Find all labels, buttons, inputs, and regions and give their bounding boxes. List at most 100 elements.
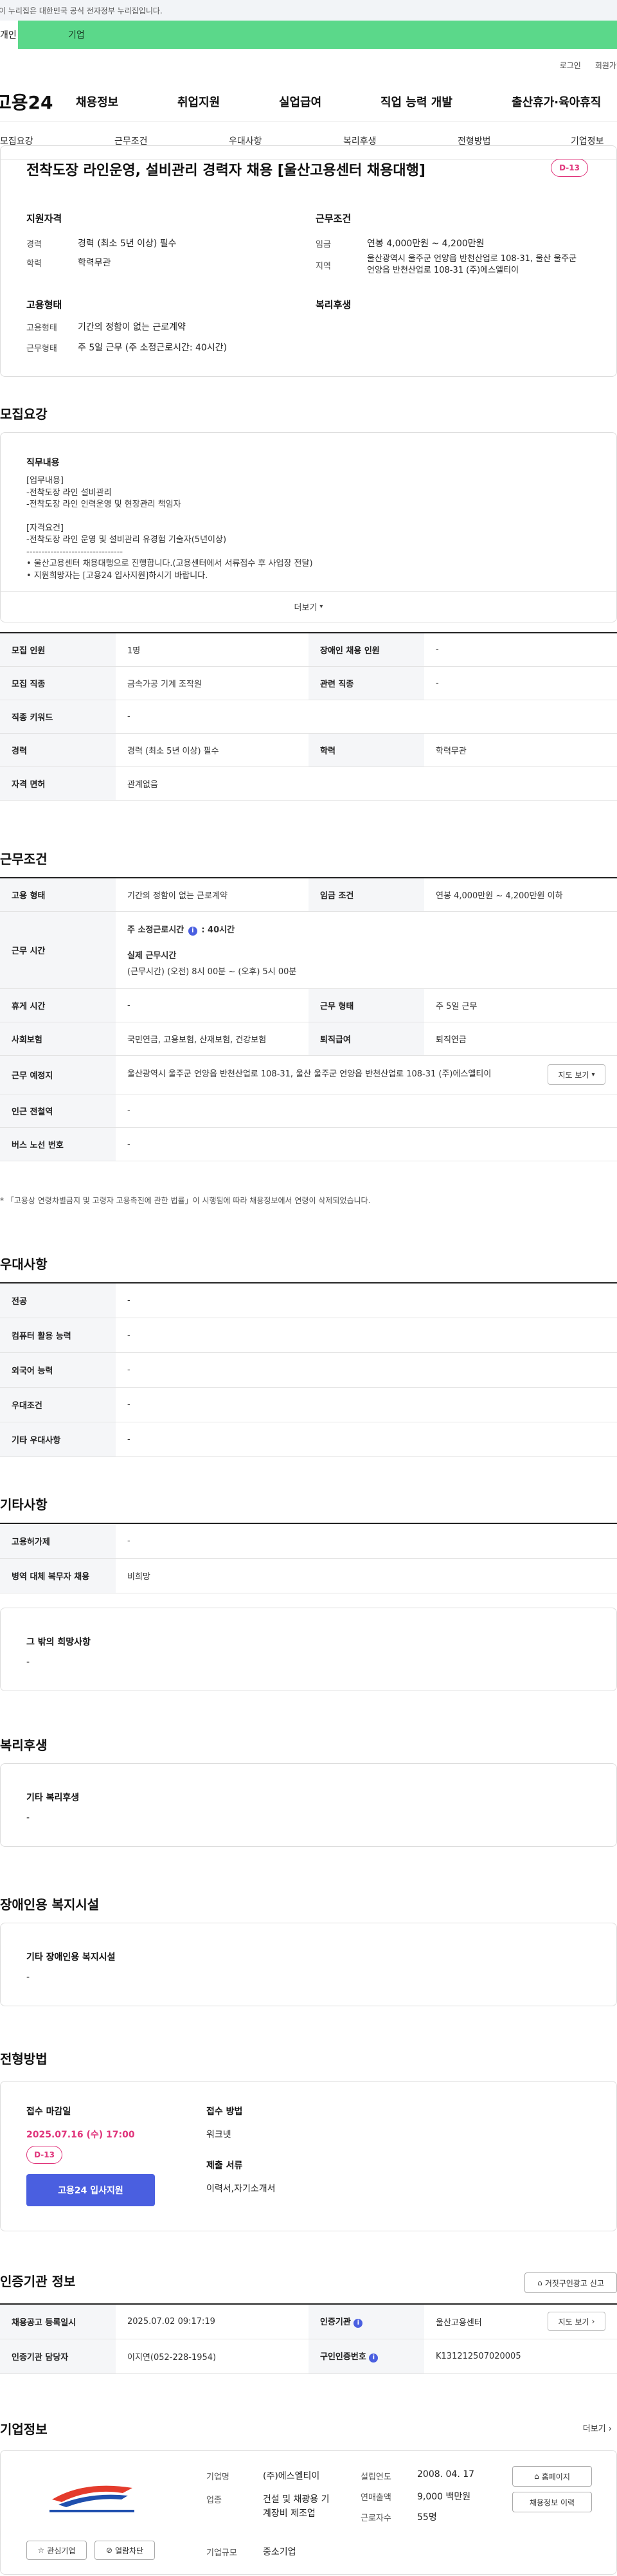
place-cell: 울산광역시 울주군 언양읍 반천산업로 108-31, 울산 울주군 언양읍 반… bbox=[116, 1055, 617, 1094]
license-header: 자격 면허 bbox=[0, 766, 116, 801]
manager-value: 이지연(052-228-1954) bbox=[116, 2339, 308, 2374]
interest-company-button[interactable]: ☆ 관심기업 bbox=[26, 2541, 87, 2560]
company-sales-label: 연매출액 bbox=[361, 2493, 391, 2503]
global-nav: 고용24 채용정보 취업지원 실업급여 직업 능력 개발 출산휴가·육아휴직 bbox=[0, 81, 617, 122]
other-section-title: 기타사항 bbox=[0, 1497, 48, 1512]
career-value: 경력 (최소 5년 이상) 필수 bbox=[78, 239, 177, 249]
edu-header: 학력 bbox=[308, 733, 424, 767]
table-row: 근무 시간 주 소정근로시간 i : 40시간 실제 근무시간 (근무시간) (… bbox=[0, 911, 617, 989]
time-weekly-label: 주 소정근로시간 bbox=[127, 925, 184, 935]
pc-header: 컴퓨터 활용 능력 bbox=[0, 1318, 116, 1353]
welfare-box: 기타 복리후생 - bbox=[0, 1763, 617, 1847]
ins-value: 국민연금, 고용보험, 산재보험, 건강보험 bbox=[116, 1022, 308, 1056]
emp-value: 기간의 정함이 없는 근로계약 bbox=[78, 322, 186, 332]
gnb-job-info[interactable]: 채용정보 bbox=[76, 93, 177, 110]
table-row: 직종 키워드 - bbox=[0, 700, 617, 734]
duty-line: [자격요건] bbox=[26, 523, 64, 533]
duty-line: -전착도장 라인 인력운영 및 현장관리 책임자 bbox=[26, 500, 181, 509]
table-row: 자격 면허 관계없음 bbox=[0, 766, 617, 801]
table-row: 고용허가제 - bbox=[0, 1523, 617, 1559]
report-icon: ⌂ bbox=[537, 2278, 542, 2287]
company-logo bbox=[46, 2474, 138, 2519]
wage-table-value: 연봉 4,000만원 ~ 4,200만원 이하 bbox=[424, 878, 617, 912]
cond-value: - bbox=[116, 1387, 617, 1422]
major-value: - bbox=[116, 1283, 617, 1318]
cert-map-button[interactable]: 지도 보기 › bbox=[548, 2312, 605, 2332]
other-value: - bbox=[26, 1657, 30, 1667]
subsidy-header: 고용허가제 bbox=[0, 1523, 116, 1559]
ins-header: 사회보험 bbox=[0, 1022, 116, 1056]
homepage-label: 홈페이지 bbox=[541, 2472, 570, 2481]
pref-table: 전공 - 컴퓨터 활용 능력 - 외국어 능력 - 우대조건 - 기타 우대사항… bbox=[0, 1282, 617, 1457]
tab-personal[interactable]: 개인 bbox=[0, 21, 18, 49]
company-sales-value: 9,000 백만원 bbox=[417, 2492, 471, 2502]
bus-header: 버스 노선 번호 bbox=[0, 1127, 116, 1161]
signup-link[interactable]: 회원가입 bbox=[595, 60, 617, 71]
docs-heading: 제출 서류 bbox=[206, 2161, 243, 2171]
table-row: 컴퓨터 활용 능력 - bbox=[0, 1318, 617, 1353]
selection-box: 접수 마감일 2025.07.16 (수) 17:00 D-13 고용24 입사… bbox=[0, 2081, 617, 2231]
disabled-box: 기타 장애인용 복지시설 - bbox=[0, 1923, 617, 2006]
military-value: 비희망 bbox=[116, 1558, 617, 1593]
gnb-unemployment-benefit[interactable]: 실업급여 bbox=[279, 93, 380, 110]
worktype-label: 근무형태 bbox=[26, 344, 57, 354]
gov-banner-text: 이 누리집은 대한민국 공식 전자정부 누리집입니다. bbox=[0, 6, 163, 15]
company-more-link[interactable]: 더보기 › bbox=[583, 2422, 612, 2434]
tab-company[interactable]: 기업 bbox=[18, 21, 617, 49]
cert-table: 채용공고 등록일시 2025.07.02 09:17:19 인증기관 i 울산고… bbox=[0, 2303, 617, 2374]
ret-header: 퇴직급여 bbox=[308, 1022, 424, 1056]
major-header: 전공 bbox=[0, 1283, 116, 1318]
subway-header: 인근 전철역 bbox=[0, 1094, 116, 1128]
gnb-job-training[interactable]: 직업 능력 개발 bbox=[380, 93, 512, 110]
info-icon[interactable]: i bbox=[188, 927, 197, 936]
age-note: * 「고용상 연령차별금지 및 고령자 고용촉진에 관한 법률」이 시행됨에 따… bbox=[0, 1196, 371, 1205]
company-biz-value: 건설 및 채광용 기계장비 제조업 bbox=[263, 2494, 330, 2519]
block-button[interactable]: ⊘ 열람차단 bbox=[94, 2541, 155, 2560]
info-icon[interactable]: i bbox=[353, 2319, 363, 2328]
gov-banner: 이 누리집은 대한민국 공식 전자정부 누리집입니다. bbox=[0, 0, 617, 21]
duty-line: -전착도장 라인 설비관리 bbox=[26, 487, 112, 498]
table-row: 버스 노선 번호 - bbox=[0, 1127, 617, 1161]
welfare-section-title: 복리후생 bbox=[0, 1737, 48, 1753]
job-value: 금속가공 기계 조작원 bbox=[116, 666, 308, 700]
deadline-heading: 접수 마감일 bbox=[26, 2107, 71, 2117]
company-biz-label: 업종 bbox=[206, 2496, 222, 2505]
map-button[interactable]: 지도 보기 ▾ bbox=[548, 1064, 605, 1085]
selection-section-title: 전형방법 bbox=[0, 2051, 48, 2067]
license-value: 관계없음 bbox=[116, 766, 617, 801]
duty-line bbox=[26, 511, 313, 523]
info-icon[interactable]: i bbox=[369, 2354, 379, 2363]
more-label: 더보기 bbox=[294, 603, 317, 613]
more-button[interactable]: 더보기 ▾ bbox=[1, 591, 616, 622]
keyword-value: - bbox=[116, 700, 617, 734]
lang-value: - bbox=[116, 1352, 617, 1388]
deadline-value: 2025.07.16 (수) 17:00 bbox=[26, 2130, 135, 2140]
gnb-parental-leave[interactable]: 출산휴가·육아휴직 bbox=[512, 93, 601, 110]
method-heading: 접수 방법 bbox=[206, 2107, 243, 2117]
work-section-title: 근무조건 bbox=[0, 851, 48, 867]
time-weekly-value: : 40시간 bbox=[201, 925, 235, 935]
time-actual-label: 실제 근무시간 bbox=[127, 951, 177, 961]
gnb-employment-support[interactable]: 취업지원 bbox=[177, 93, 279, 110]
table-row: 모집 직종 금속가공 기계 조작원 관련 직종 - bbox=[0, 666, 617, 700]
apply-button[interactable]: 고용24 입사지원 bbox=[26, 2174, 155, 2206]
org-cell: 울산고용센터 지도 보기 › bbox=[424, 2304, 617, 2339]
selection-dday-badge: D-13 bbox=[26, 2146, 62, 2164]
company-size-value: 중소기업 bbox=[263, 2547, 296, 2557]
chevron-down-icon: ▾ bbox=[591, 1071, 595, 1078]
report-button[interactable]: ⌂ 거짓구인광고 신고 bbox=[524, 2272, 617, 2293]
table-row: 모집 인원 1명 장애인 채용 인원 - bbox=[0, 633, 617, 667]
homepage-button[interactable]: ⌂ 홈페이지 bbox=[512, 2466, 592, 2487]
block-icon: ⊘ bbox=[105, 2546, 112, 2555]
table-row: 우대조건 - bbox=[0, 1387, 617, 1422]
login-link[interactable]: 로그인 bbox=[560, 60, 581, 71]
work-table: 고용 형태 기간의 정함이 없는 근로계약 임금 조건 연봉 4,000만원 ~… bbox=[0, 877, 617, 1161]
ret-value: 퇴직연금 bbox=[424, 1022, 617, 1056]
util-bar: 로그인 회원가입 bbox=[0, 49, 617, 81]
site-logo[interactable]: 고용24 bbox=[0, 89, 76, 114]
job-history-button[interactable]: 채용정보 이력 bbox=[512, 2492, 592, 2512]
other-box: 그 밖의 희망사항 - bbox=[0, 1608, 617, 1691]
duty-line: -전착도장 라인 운영 및 설비관리 유경험 기술자(5년이상) bbox=[26, 535, 227, 545]
emp-table-value: 기간의 정함이 없는 근로계약 bbox=[116, 878, 308, 912]
recruit-section-title: 모집요강 bbox=[0, 406, 48, 422]
